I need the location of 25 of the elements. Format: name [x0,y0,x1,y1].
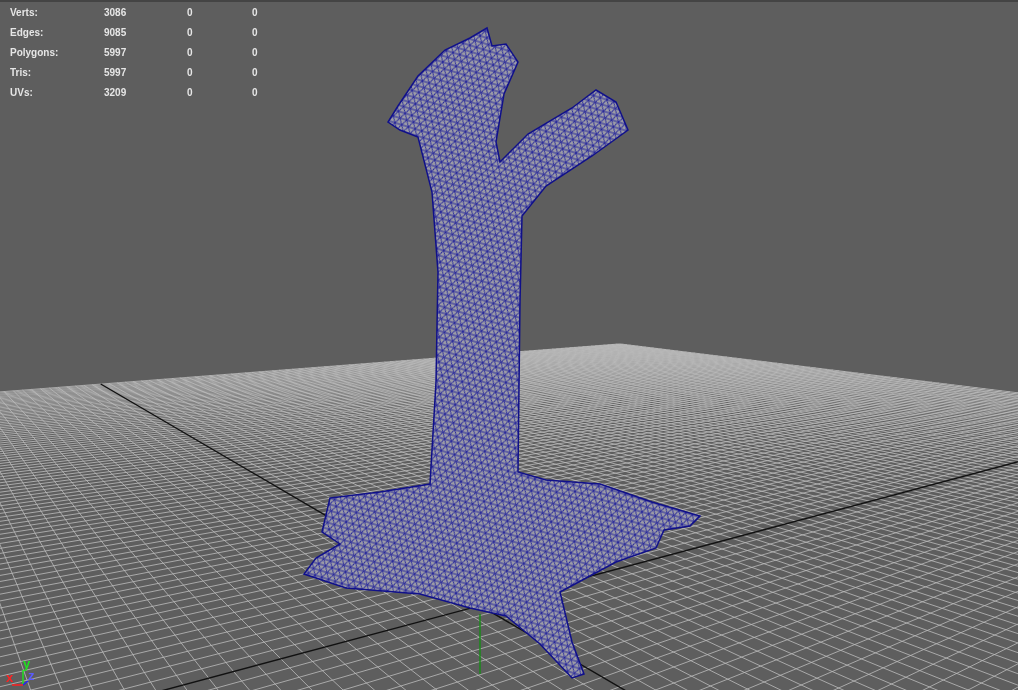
y-axis-line [479,613,481,675]
axis-label: y [23,657,31,670]
axis-label: x [6,671,14,684]
stat-label: Verts: [10,6,39,20]
stat-label: Polygons: [10,46,60,60]
stat-value: 0 [187,26,194,40]
stat-label: Edges: [10,26,45,40]
stat-value: 0 [252,86,259,100]
stat-value: 0 [187,46,194,60]
stat-label: UVs: [10,86,34,100]
stat-value: 0 [252,26,259,40]
stat-value: 9085 [104,26,128,40]
stat-value: 0 [252,66,259,80]
stat-value: 5997 [104,46,128,60]
axis-gizmo-icon [11,669,29,687]
stat-label: Tris: [10,66,33,80]
stat-value: 0 [187,66,194,80]
axis-label: z [28,669,35,682]
stat-value: 0 [252,46,259,60]
stat-value: 0 [187,86,194,100]
stat-value: 5997 [104,66,128,80]
stat-value: 3086 [104,6,128,20]
stat-value: 0 [252,6,259,20]
stat-value: 0 [187,6,194,20]
stat-value: 3209 [104,86,128,100]
